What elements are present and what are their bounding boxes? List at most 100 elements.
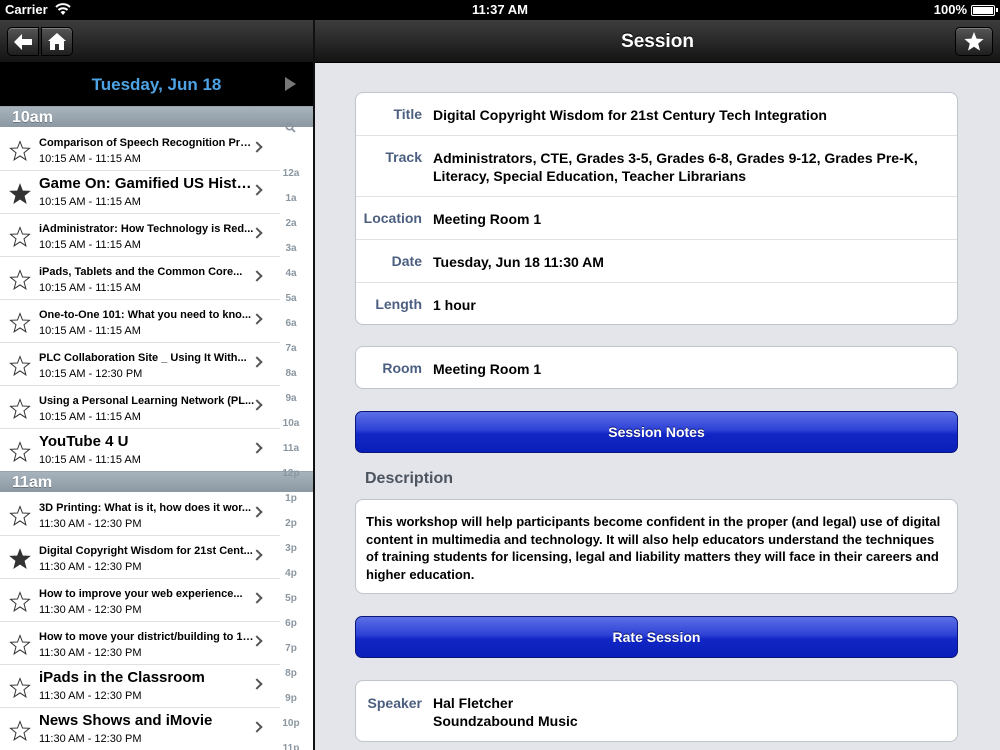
session-time: 10:15 AM - 11:15 AM xyxy=(39,153,141,165)
next-day-arrow-icon[interactable] xyxy=(285,77,296,91)
hour-index-item[interactable]: 2a xyxy=(280,218,302,229)
session-time: 10:15 AM - 11:15 AM xyxy=(39,454,141,466)
hour-index-item[interactable]: 8p xyxy=(280,668,302,679)
hour-index-item[interactable]: 9p xyxy=(280,693,302,704)
hour-index-item[interactable]: 7a xyxy=(280,343,302,354)
session-row[interactable]: YouTube 4 U 10:15 AM - 11:15 AM xyxy=(0,429,280,472)
field-label: Title xyxy=(393,106,422,122)
star-outline-icon[interactable] xyxy=(9,677,31,699)
session-row[interactable]: How to improve your web experience... 11:… xyxy=(0,579,280,622)
session-detail: Title Digital Copyright Wisdom for 21st … xyxy=(315,63,1000,750)
hour-index-item[interactable]: 8a xyxy=(280,368,302,379)
field-length: Length 1 hour xyxy=(356,283,957,325)
session-notes-button[interactable]: Session Notes xyxy=(355,411,958,453)
star-outline-icon[interactable] xyxy=(9,140,31,162)
session-row[interactable]: One-to-One 101: What you need to kno... 1… xyxy=(0,300,280,343)
hour-index-item[interactable]: 7p xyxy=(280,643,302,654)
session-title: iPads in the Classroom xyxy=(39,669,205,686)
session-row[interactable]: How to move your district/building to 1:… xyxy=(0,622,280,665)
session-info-group: Title Digital Copyright Wisdom for 21st … xyxy=(355,92,958,325)
session-time: 11:30 AM - 12:30 PM xyxy=(39,690,142,702)
session-title: iAdministrator: How Technology is Red... xyxy=(39,223,254,235)
session-time: 11:30 AM - 12:30 PM xyxy=(39,647,142,659)
session-title: PLC Collaboration Site _ Using It With..… xyxy=(39,352,247,364)
star-filled-icon[interactable] xyxy=(9,548,31,570)
star-outline-icon[interactable] xyxy=(9,591,31,613)
field-value: Meeting Room 1 xyxy=(433,361,542,377)
hour-index-item[interactable]: 2p xyxy=(280,518,302,529)
session-row[interactable]: Digital Copyright Wisdom for 21st Cent..… xyxy=(0,536,280,579)
hour-index-item[interactable]: 1a xyxy=(280,193,302,204)
description-header: Description xyxy=(365,470,454,487)
hour-index-item[interactable]: 9a xyxy=(280,393,302,404)
hour-index-item[interactable]: 5p xyxy=(280,593,302,604)
session-title: News Shows and iMovie xyxy=(39,712,213,729)
current-date: Tuesday, Jun 18 xyxy=(91,75,222,94)
speaker-group[interactable]: Speaker Hal Fletcher Soundzabound Music xyxy=(355,680,958,742)
clock: 11:37 AM xyxy=(472,2,528,17)
session-title: Game On: Gamified US History xyxy=(39,175,255,192)
star-outline-icon[interactable] xyxy=(9,634,31,656)
session-row[interactable]: iPads in the Classroom 11:30 AM - 12:30 P… xyxy=(0,665,280,708)
hour-index-item[interactable]: 10p xyxy=(280,718,302,729)
field-value: Administrators, CTE, Grades 3-5, Grades … xyxy=(433,150,918,184)
star-outline-icon[interactable] xyxy=(9,312,31,334)
star-outline-icon[interactable] xyxy=(9,269,31,291)
speaker-name: Hal Fletcher xyxy=(433,695,514,711)
star-outline-icon[interactable] xyxy=(9,505,31,527)
field-value: Meeting Room 1 xyxy=(433,211,542,227)
hour-index-item[interactable]: 3p xyxy=(280,543,302,554)
field-speaker: Speaker Hal Fletcher Soundzabound Music xyxy=(356,681,957,741)
hour-index-item[interactable]: 10a xyxy=(280,418,302,429)
session-row[interactable]: Using a Personal Learning Network (PL...… xyxy=(0,386,280,429)
field-label: Track xyxy=(385,149,422,165)
rate-session-button[interactable]: Rate Session xyxy=(355,616,958,658)
session-time: 11:30 AM - 12:30 PM xyxy=(39,604,142,616)
session-row[interactable]: News Shows and iMovie 11:30 AM - 12:30 PM xyxy=(0,708,280,750)
hour-index-item[interactable]: 4p xyxy=(280,568,302,579)
star-filled-icon[interactable] xyxy=(9,183,31,205)
favorite-button[interactable] xyxy=(955,27,993,56)
session-row[interactable]: iAdministrator: How Technology is Red...… xyxy=(0,214,280,257)
hour-index-item[interactable]: 11p xyxy=(280,743,302,750)
status-bar: Carrier 11:37 AM 100% xyxy=(0,0,1000,20)
back-button[interactable] xyxy=(7,27,39,56)
hour-index-item[interactable]: 6p xyxy=(280,618,302,629)
session-row[interactable]: Game On: Gamified US History 10:15 AM - 1… xyxy=(0,171,280,214)
session-time: 10:15 AM - 11:15 AM xyxy=(39,282,141,294)
hour-index-item[interactable]: 11a xyxy=(280,443,302,454)
session-row[interactable]: PLC Collaboration Site _ Using It With..… xyxy=(0,343,280,386)
left-toolbar xyxy=(0,20,313,63)
star-outline-icon[interactable] xyxy=(9,355,31,377)
home-icon xyxy=(48,33,66,50)
hour-index-item[interactable]: 12a xyxy=(280,168,302,179)
session-row[interactable]: Comparison of Speech Recognition Pro... 1… xyxy=(0,128,280,171)
session-time: 10:15 AM - 11:15 AM xyxy=(39,411,141,423)
field-value: Tuesday, Jun 18 11:30 AM xyxy=(433,254,604,270)
session-title: One-to-One 101: What you need to kno... xyxy=(39,309,252,321)
hour-index[interactable]: 12a 1a 2a 3a 4a 5a 6a 7a 8a 9a 10a 11a 12p 1p 2p 3p 4p 5p… xyxy=(280,130,313,750)
hour-index-item[interactable]: 1p xyxy=(280,493,302,504)
hour-index-item[interactable]: 3a xyxy=(280,243,302,254)
star-outline-icon[interactable] xyxy=(9,226,31,248)
hour-index-item[interactable]: 12p xyxy=(280,468,302,479)
section-header-11am: 11am xyxy=(0,471,313,492)
field-label: Speaker xyxy=(367,695,422,711)
home-button[interactable] xyxy=(41,27,73,56)
session-list-panel: Tuesday, Jun 18 10am Comparison of Speec… xyxy=(0,20,313,750)
session-title: iPads, Tablets and the Common Core... xyxy=(39,266,243,278)
session-row[interactable]: 3D Printing: What is it, how does it wor… xyxy=(0,493,280,536)
field-label: Room xyxy=(382,360,422,376)
star-outline-icon[interactable] xyxy=(9,441,31,463)
field-label: Date xyxy=(391,253,422,269)
star-outline-icon[interactable] xyxy=(9,398,31,420)
session-time: 10:15 AM - 11:15 AM xyxy=(39,239,141,251)
session-row[interactable]: iPads, Tablets and the Common Core... 10:… xyxy=(0,257,280,300)
hour-index-item[interactable]: 6a xyxy=(280,318,302,329)
session-time: 11:30 AM - 12:30 PM xyxy=(39,733,142,745)
hour-index-item[interactable]: 4a xyxy=(280,268,302,279)
session-title: YouTube 4 U xyxy=(39,433,129,450)
star-outline-icon[interactable] xyxy=(9,720,31,742)
field-room: Room Meeting Room 1 xyxy=(356,347,957,388)
hour-index-item[interactable]: 5a xyxy=(280,293,302,304)
